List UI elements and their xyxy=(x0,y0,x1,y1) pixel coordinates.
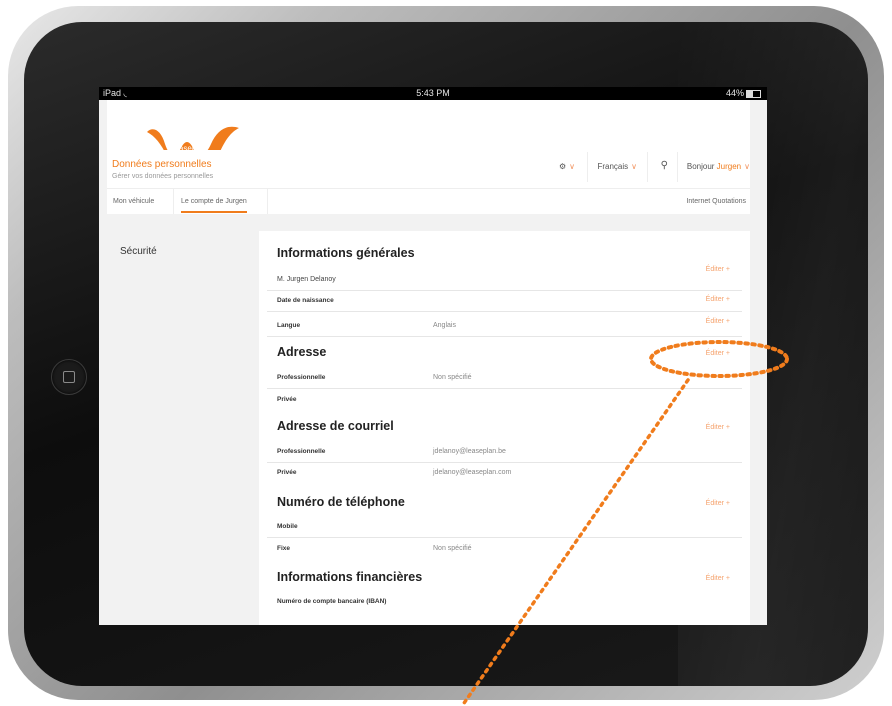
address-pro-value: Non spécifié xyxy=(433,374,472,381)
divider xyxy=(173,189,174,214)
status-time: 5:43 PM xyxy=(416,88,450,98)
row-email-pro: Professionnelle jdelanoy@leaseplan.be xyxy=(267,442,742,463)
row-name: M. Jurgen Delanoy Éditer + xyxy=(267,266,742,291)
home-button-icon xyxy=(63,371,75,383)
tab-vehicle[interactable]: Mon véhicule xyxy=(113,198,154,205)
address-private-label: Privée xyxy=(277,396,297,403)
edit-financial-button[interactable]: Éditer + xyxy=(706,575,730,582)
battery-icon xyxy=(746,89,761,98)
sidebar-item-label: Données personnelles xyxy=(112,159,212,170)
language-label: Langue xyxy=(277,322,301,329)
chevron-down-icon: ∨ xyxy=(569,162,575,171)
sidebar-item-subtitle: Gérer vos données personnelles xyxy=(112,173,214,180)
divider xyxy=(677,152,678,182)
chevron-down-icon: ∨ xyxy=(744,162,750,171)
tab-account[interactable]: Le compte de Jurgen xyxy=(181,198,247,213)
home-button[interactable] xyxy=(51,359,87,395)
row-language: Langue Anglais Éditer + xyxy=(267,316,742,337)
search-icon[interactable]: ⚲ xyxy=(661,160,668,171)
iban-label: Numéro de compte bancaire (IBAN) xyxy=(277,598,387,605)
status-bar: iPad ◟ 5:43 PM 44% xyxy=(99,87,767,100)
language-field-value: Anglais xyxy=(433,322,456,329)
divider xyxy=(267,189,268,214)
sidebar: Sécurité xyxy=(107,230,259,625)
row-phone-mobile: Mobile xyxy=(267,517,742,538)
phone-mobile-label: Mobile xyxy=(277,523,298,530)
battery-text: 44% xyxy=(725,88,744,98)
gear-icon: ⚙ xyxy=(558,162,567,171)
row-phone-fixed: Fixe Non spécifié xyxy=(267,539,742,559)
email-private-label: Privée xyxy=(277,469,297,476)
birthdate-label: Date de naissance xyxy=(277,297,334,304)
greeting-text: Bonjour xyxy=(686,162,715,171)
phone-fixed-label: Fixe xyxy=(277,545,291,552)
email-pro-label: Professionnelle xyxy=(277,448,326,455)
email-pro-value: jdelanoy@leaseplan.be xyxy=(433,448,506,455)
user-name: Jurgen xyxy=(716,162,742,171)
row-address-pro: Professionnelle Non spécifié xyxy=(267,368,742,389)
battery-level xyxy=(747,90,753,97)
sidebar-item-personal-data[interactable]: Données personnelles Gérer vos données p… xyxy=(107,150,259,188)
edit-general-button[interactable]: Éditer + xyxy=(706,266,730,273)
sidebar-item-security[interactable]: Sécurité xyxy=(120,246,157,257)
section-title-phone: Numéro de téléphone xyxy=(277,495,405,509)
edit-phone-button[interactable]: Éditer + xyxy=(706,500,730,507)
internet-quotations-link[interactable]: Internet Quotations xyxy=(686,198,746,205)
language-select[interactable]: Français ∨ xyxy=(597,162,637,171)
row-email-private: Privée jdelanoy@leaseplan.com xyxy=(267,463,742,483)
language-value: Français xyxy=(597,162,629,171)
row-address-private: Privée xyxy=(267,390,742,410)
phone-fixed-value: Non spécifié xyxy=(433,545,472,552)
edit-email-button[interactable]: Éditer + xyxy=(706,424,730,431)
divider xyxy=(587,152,588,182)
edit-birthdate-button[interactable]: Éditer + xyxy=(706,296,730,303)
row-iban: Numéro de compte bancaire (IBAN) xyxy=(267,592,742,612)
main-nav: Mon véhicule Le compte de Jurgen Interne… xyxy=(107,188,750,215)
edit-language-button[interactable]: Éditer + xyxy=(706,318,730,325)
content-band xyxy=(107,214,750,231)
section-title-financial: Informations financières xyxy=(277,570,423,584)
settings-menu[interactable]: ⚙ ∨ xyxy=(559,162,575,171)
divider xyxy=(647,152,648,182)
section-title-email: Adresse de courriel xyxy=(277,419,394,433)
personal-data-panel: Informations générales M. Jurgen Delanoy… xyxy=(267,230,742,625)
section-title-general: Informations générales xyxy=(277,246,415,260)
email-private-value: jdelanoy@leaseplan.com xyxy=(433,469,512,476)
name-value: M. Jurgen Delanoy xyxy=(277,276,336,283)
address-pro-label: Professionnelle xyxy=(277,374,326,381)
edit-address-button[interactable]: Éditer + xyxy=(706,350,730,357)
user-menu[interactable]: Bonjour Jurgen ∨ xyxy=(687,162,750,171)
row-birthdate: Date de naissance Éditer + xyxy=(267,291,742,312)
section-title-address: Adresse xyxy=(277,345,327,359)
chevron-down-icon: ∨ xyxy=(631,162,637,171)
web-page: LeasePlan ⚙ ∨ Français ∨ ⚲ Bonjour Jurgen ∨… xyxy=(99,100,767,625)
ipad-screen: iPad ◟ 5:43 PM 44% LeasePlan ⚙ ∨ Français… xyxy=(99,87,767,625)
